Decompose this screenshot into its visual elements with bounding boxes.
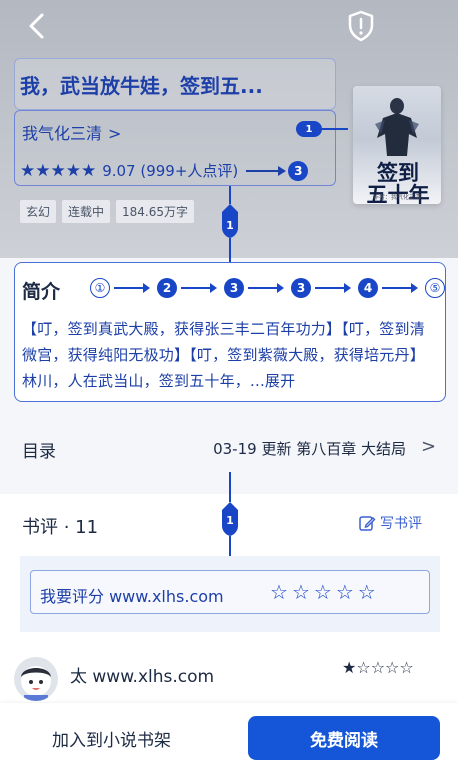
- avatar[interactable]: [14, 657, 58, 701]
- arrow-right-icon: [246, 165, 287, 176]
- step-marker: 2: [157, 278, 177, 298]
- connector-marker-badge: 1: [226, 218, 234, 232]
- step-marker: ①: [90, 278, 110, 298]
- author-link[interactable]: 我气化三清 >: [22, 120, 121, 144]
- report-button[interactable]: [344, 8, 378, 44]
- rating-stars: ★★★★★: [20, 160, 97, 181]
- tag-status: 连载中: [62, 200, 111, 223]
- author-name: 我气化三清: [22, 124, 103, 143]
- arrow-right-icon: [181, 283, 217, 293]
- star-outline-icon[interactable]: ☆: [358, 580, 376, 604]
- free-read-button[interactable]: 免费阅读: [248, 716, 440, 760]
- cover-author: 作者：我气化三清: [372, 194, 421, 201]
- rate-label: 我要评分 www.xlhs.com: [40, 587, 224, 606]
- arrow-right-icon: [382, 283, 418, 293]
- write-review-label: 写书评: [380, 516, 422, 532]
- arrow-right-icon: [315, 283, 351, 293]
- step-marker: 4: [358, 278, 378, 298]
- book-title: 我，武当放牛娃，签到五...: [20, 74, 263, 98]
- chevron-right-icon: >: [421, 436, 437, 457]
- arrow-right-icon: [248, 283, 284, 293]
- tag-word-count: 184.65万字: [116, 200, 195, 223]
- author-connector-line: [322, 128, 348, 130]
- comment-username: 太 www.xlhs.com: [70, 667, 215, 687]
- synopsis-body: 【叮，签到真武大殿，获得张三丰二百年功力】【叮，签到清微宫，获得纯阳无极功】【叮…: [22, 320, 425, 390]
- connector-line: [229, 186, 231, 204]
- star-outline-icon[interactable]: ☆: [292, 580, 310, 604]
- synopsis-text[interactable]: 【叮，签到真武大殿，获得张三丰二百年功力】【叮，签到清微宫，获得纯阳无极功】【叮…: [22, 316, 438, 394]
- shield-alert-icon: [348, 10, 374, 42]
- rating-score: 9.07 (999+人点评): [102, 162, 239, 180]
- toc-latest-chapter[interactable]: 03-19 更新 第八百章 大结局: [213, 438, 406, 459]
- cover-title-line: 签到: [377, 160, 419, 185]
- tag-genre[interactable]: 玄幻: [20, 200, 57, 223]
- connector-line: [229, 472, 231, 502]
- rating-marker-badge: 3: [288, 160, 309, 181]
- cover-figure-image: [375, 98, 419, 156]
- rate-star-input: ☆ ☆ ☆ ☆ ☆: [270, 580, 376, 604]
- avatar-face-icon: [21, 666, 51, 701]
- star-outline-icon[interactable]: ☆: [270, 580, 288, 604]
- expand-link[interactable]: 展开: [265, 372, 295, 390]
- step-marker: 3: [224, 278, 244, 298]
- chevron-left-icon: [29, 13, 44, 39]
- add-to-shelf-button[interactable]: 加入到小说书架: [52, 726, 171, 751]
- back-button[interactable]: [22, 10, 52, 42]
- book-cover[interactable]: 签到 五十年 作者：我气化三清: [353, 86, 441, 204]
- rating-row: ★★★★★ 9.07 (999+人点评) 3: [20, 160, 309, 181]
- edit-icon: [359, 516, 376, 531]
- arrow-right-icon: [114, 283, 150, 293]
- step-marker: ⑤: [425, 278, 445, 298]
- author-marker-badge: 1: [296, 121, 322, 137]
- star-outline-icon[interactable]: ☆: [336, 580, 354, 604]
- write-review-button[interactable]: 写书评: [358, 513, 422, 533]
- star-outline-icon[interactable]: ☆: [314, 580, 332, 604]
- step-marker: 3: [291, 278, 311, 298]
- comment-rating-stars: ★☆☆☆☆: [342, 658, 414, 677]
- connector-line: [229, 238, 231, 262]
- toc-label: 目录: [22, 442, 56, 462]
- intro-title: 简介: [22, 281, 61, 303]
- intro-step-flow: ① 2 3 3 4 ⑤: [90, 278, 445, 298]
- chevron-right-icon: >: [108, 124, 122, 143]
- review-marker-badge: 1: [226, 513, 234, 527]
- review-title: 书评 · 11: [22, 517, 99, 538]
- tag-list: 玄幻 连载中 184.65万字: [20, 200, 195, 223]
